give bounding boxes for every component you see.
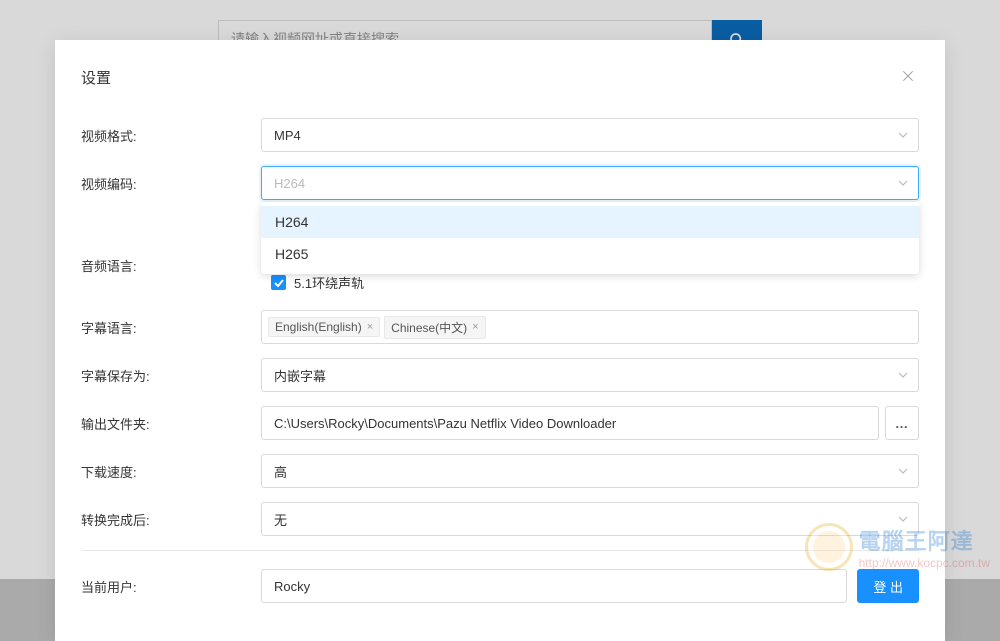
select-video-codec-value: H264 (274, 176, 305, 191)
codec-option-h264[interactable]: H264 (261, 206, 919, 238)
divider (81, 550, 919, 551)
select-download-speed[interactable]: 高 (261, 454, 919, 488)
row-after-convert: 转换完成后: 无 (81, 502, 919, 536)
label-video-codec: 视频编码: (81, 166, 261, 193)
select-video-codec[interactable]: H264 (261, 166, 919, 200)
label-download-speed: 下载速度: (81, 454, 261, 481)
modal-header: 设置 (81, 64, 919, 90)
watermark-url: http://www.kocpc.com.tw (859, 556, 990, 570)
chevron-down-icon (898, 180, 908, 186)
row-subtitle-language: 字幕语言: English(English) × Chinese(中文) × (81, 310, 919, 344)
checkbox-label-surround: 5.1环绕声轨 (294, 273, 364, 292)
checkbox-row-surround[interactable]: 5.1环绕声轨 (271, 273, 919, 292)
watermark: 電腦王阿達 http://www.kocpc.com.tw (805, 523, 990, 571)
select-video-format-value: MP4 (274, 128, 301, 143)
modal-overlay: 设置 视频格式: MP4 视频编码: H264 H (0, 0, 1000, 579)
label-subtitle-save-as: 字幕保存为: (81, 358, 261, 385)
checkbox-surround[interactable] (271, 275, 286, 290)
label-audio-language: 音频语言: (81, 248, 261, 275)
select-subtitle-save-as[interactable]: 内嵌字幕 (261, 358, 919, 392)
codec-dropdown: H264 H265 (261, 202, 919, 274)
select-download-speed-value: 高 (274, 462, 287, 481)
row-current-user: 当前用户: 登 出 (81, 569, 919, 603)
tag-remove-chinese[interactable]: × (472, 321, 478, 333)
input-current-user[interactable] (261, 569, 847, 603)
subtitle-tag-english: English(English) × (268, 317, 380, 337)
select-subtitle-language[interactable]: English(English) × Chinese(中文) × (261, 310, 919, 344)
codec-option-h265[interactable]: H265 (261, 238, 919, 270)
chevron-down-icon (898, 516, 908, 522)
select-subtitle-save-as-value: 内嵌字幕 (274, 366, 326, 385)
label-current-user: 当前用户: (81, 569, 261, 596)
chevron-down-icon (898, 372, 908, 378)
logout-button[interactable]: 登 出 (857, 569, 919, 603)
row-video-codec: 视频编码: H264 H264 H265 (81, 166, 919, 200)
label-subtitle-language: 字幕语言: (81, 310, 261, 337)
chevron-down-icon (898, 132, 908, 138)
input-output-folder[interactable] (261, 406, 879, 440)
row-output-folder: 输出文件夹: … (81, 406, 919, 440)
label-video-format: 视频格式: (81, 118, 261, 145)
watermark-title: 電腦王阿達 (859, 524, 990, 556)
close-button[interactable] (897, 64, 919, 90)
select-video-format[interactable]: MP4 (261, 118, 919, 152)
row-video-format: 视频格式: MP4 (81, 118, 919, 152)
row-subtitle-save-as: 字幕保存为: 内嵌字幕 (81, 358, 919, 392)
browse-folder-button[interactable]: … (885, 406, 919, 440)
tag-label: English(English) (275, 320, 362, 334)
tag-label: Chinese(中文) (391, 319, 467, 336)
chevron-down-icon (898, 468, 908, 474)
label-output-folder: 输出文件夹: (81, 406, 261, 433)
tag-remove-english[interactable]: × (367, 321, 373, 333)
row-download-speed: 下载速度: 高 (81, 454, 919, 488)
label-after-convert: 转换完成后: (81, 502, 261, 529)
subtitle-tag-chinese: Chinese(中文) × (384, 316, 485, 339)
select-after-convert-value: 无 (274, 510, 287, 529)
modal-title: 设置 (81, 67, 111, 88)
close-icon (901, 69, 915, 83)
watermark-logo-icon (805, 523, 853, 571)
